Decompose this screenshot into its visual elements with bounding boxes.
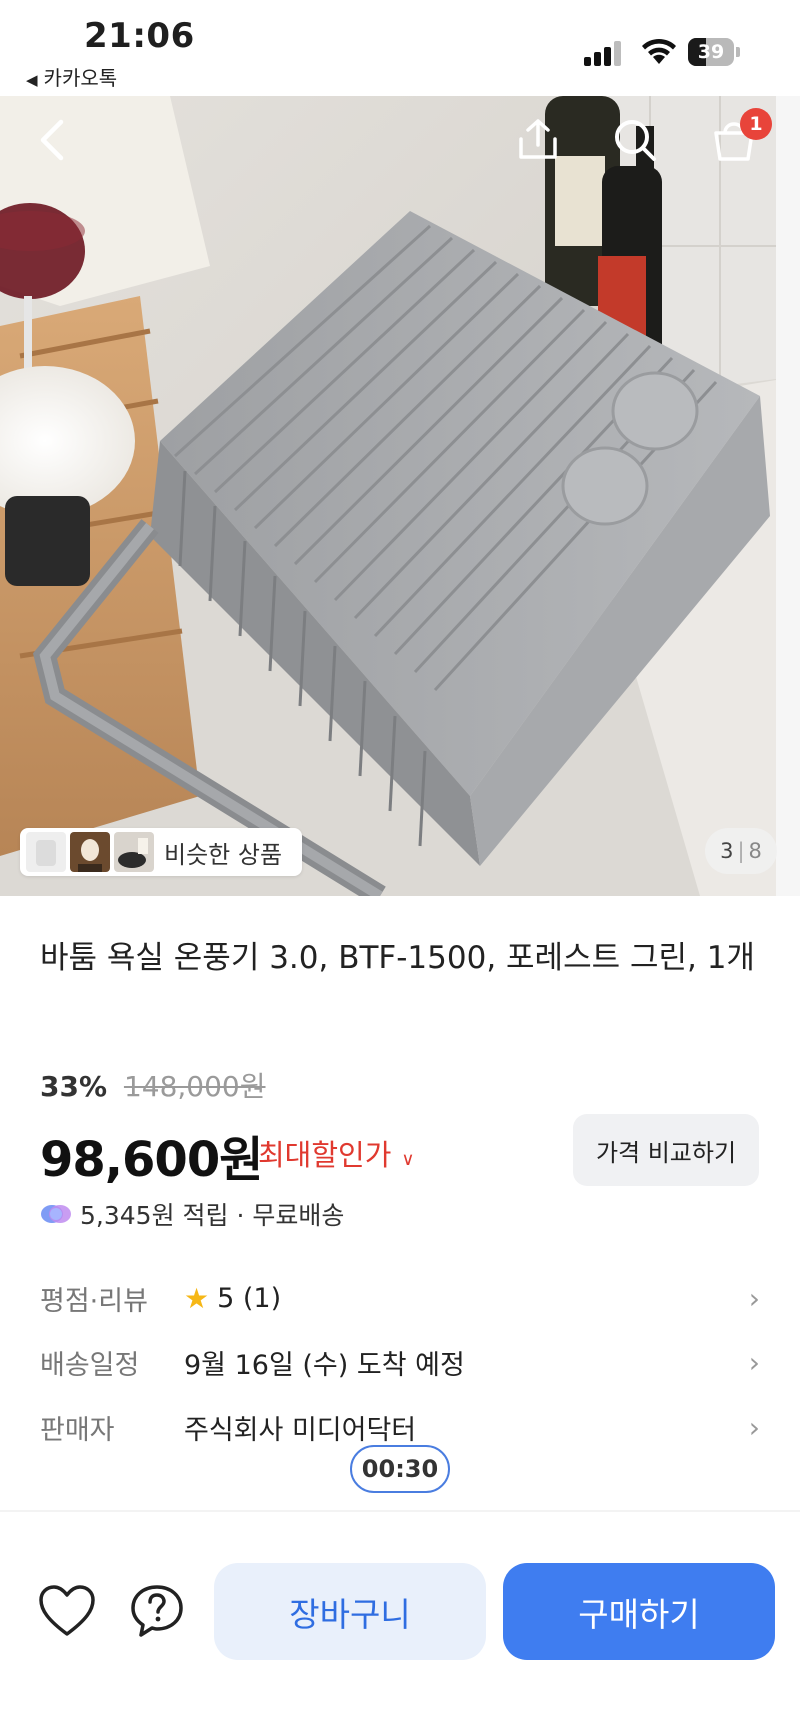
wifi-icon <box>642 38 676 64</box>
delivery-value: 9월 16일 (수) 도착 예정 <box>184 1349 465 1381</box>
star-icon: ★ <box>184 1281 210 1315</box>
pager-current: 3 <box>720 839 734 863</box>
discount-percent: 33% <box>40 1070 108 1103</box>
delivery-key: 배송일정 <box>40 1349 140 1381</box>
rating-value: 5 (1) <box>217 1282 282 1314</box>
points-gem-icon <box>41 1205 71 1223</box>
back-to-app-link[interactable]: ◀ 카카오톡 <box>26 62 117 91</box>
buy-now-button[interactable]: 구매하기 <box>503 1563 775 1660</box>
help-question-icon <box>131 1585 183 1637</box>
search-icon <box>615 120 656 161</box>
original-price: 148,000원 <box>123 1070 266 1103</box>
status-time: 21:06 <box>84 16 195 56</box>
image-pager: 3 | 8 <box>705 828 777 874</box>
chevron-right-icon: › <box>748 1282 760 1315</box>
similar-products-label: 비슷한 상품 <box>164 840 283 869</box>
cellular-signal-icon <box>584 40 624 66</box>
cart-count-badge: 1 <box>740 108 772 140</box>
points-shipping-info: 5,345원 적립 · 무료배송 <box>40 1196 344 1232</box>
sale-price: 98,600원 <box>40 1132 263 1188</box>
similar-products-button[interactable]: 비슷한 상품 <box>20 828 302 876</box>
seller-value: 주식회사 미디어닥터 <box>184 1414 417 1446</box>
similar-thumb-2 <box>70 832 110 872</box>
divider <box>0 1510 800 1512</box>
share-button[interactable] <box>508 110 568 170</box>
product-photo <box>0 96 800 896</box>
compare-price-button[interactable]: 가격 비교하기 <box>573 1114 759 1186</box>
add-to-cart-button[interactable]: 장바구니 <box>214 1563 486 1660</box>
rating-review-row[interactable]: 평점·리뷰 ★ 5 (1) › <box>40 1276 760 1320</box>
pager-total: 8 <box>748 839 762 863</box>
share-icon <box>519 119 557 159</box>
chevron-left-icon <box>40 119 64 161</box>
chevron-right-icon: › <box>748 1346 760 1379</box>
inquiry-button[interactable] <box>122 1576 192 1646</box>
seller-key: 판매자 <box>40 1414 115 1446</box>
product-image-carousel[interactable]: 1 비슷한 상품 3 | 8 <box>0 96 800 896</box>
rating-review-key: 평점·리뷰 <box>40 1285 148 1317</box>
back-button[interactable] <box>22 110 82 170</box>
search-button[interactable] <box>605 110 665 170</box>
chevron-right-icon: › <box>748 1411 760 1444</box>
back-triangle-icon: ◀ <box>26 71 38 89</box>
wishlist-button[interactable] <box>32 1576 102 1646</box>
back-app-label: 카카오톡 <box>43 66 118 90</box>
max-discount-dropdown[interactable]: 최대할인가 ∨ <box>258 1132 415 1174</box>
product-title: 바툼 욕실 온풍기 3.0, BTF-1500, 포레스트 그린, 1개 <box>40 940 755 976</box>
status-bar: 21:06 ◀ 카카오톡 39 <box>0 0 800 96</box>
max-discount-label: 최대할인가 <box>258 1138 392 1172</box>
chevron-down-icon: ∨ <box>401 1149 415 1170</box>
similar-thumb-1 <box>26 832 66 872</box>
battery-icon: 39 <box>688 38 740 66</box>
timer-badge: 00:30 <box>350 1445 450 1493</box>
heart-icon <box>39 1585 95 1636</box>
discount-row: 33% 148,000원 <box>40 1065 266 1105</box>
battery-level: 39 <box>697 41 725 63</box>
delivery-schedule-row[interactable]: 배송일정 9월 16일 (수) 도착 예정 › <box>40 1340 760 1384</box>
similar-thumb-3 <box>114 832 154 872</box>
points-text: 5,345원 적립 · 무료배송 <box>80 1201 345 1230</box>
seller-row[interactable]: 판매자 주식회사 미디어닥터 › <box>40 1405 760 1449</box>
